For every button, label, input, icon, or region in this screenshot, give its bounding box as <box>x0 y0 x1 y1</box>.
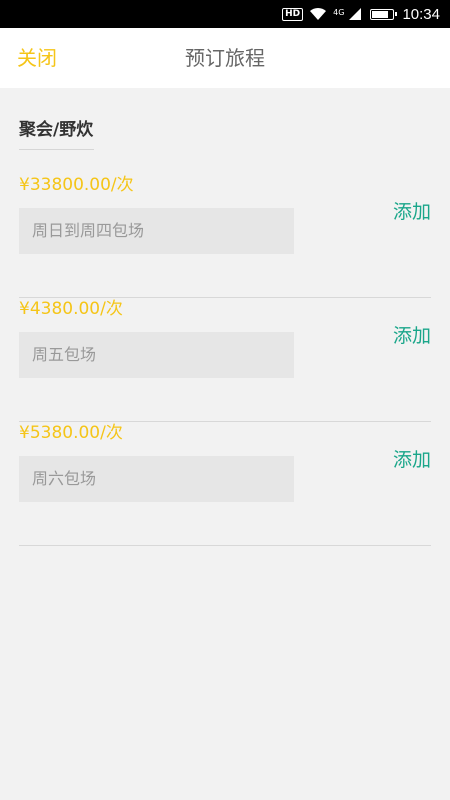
add-button[interactable]: 添加 <box>393 199 431 225</box>
signal-icon <box>348 6 362 22</box>
package-description: 周日到周四包场 <box>19 208 294 254</box>
package-item: ¥5380.00/次 周六包场 添加 <box>19 422 431 546</box>
status-bar: HD 4G 10:34 <box>0 0 450 28</box>
add-button[interactable]: 添加 <box>393 447 431 473</box>
status-time: 10:34 <box>402 5 440 23</box>
package-description: 周五包场 <box>19 332 294 378</box>
battery-icon <box>370 8 398 20</box>
hd-icon: HD <box>282 7 304 21</box>
package-description: 周六包场 <box>19 456 294 502</box>
wifi-icon <box>309 6 327 22</box>
section-title: 聚会/野炊 <box>19 120 94 140</box>
package-item: ¥33800.00/次 周日到周四包场 添加 <box>19 174 431 298</box>
network-type-icon: 4G <box>333 8 345 17</box>
page-title: 预订旅程 <box>185 46 265 70</box>
package-price: ¥4380.00/次 <box>19 299 123 319</box>
divider <box>19 545 431 546</box>
package-price: ¥5380.00/次 <box>19 423 123 443</box>
header-bar: 关闭 预订旅程 <box>0 28 450 88</box>
package-item: ¥4380.00/次 周五包场 添加 <box>19 298 431 422</box>
add-button[interactable]: 添加 <box>393 323 431 349</box>
section-underline <box>19 149 94 150</box>
package-price: ¥33800.00/次 <box>19 175 134 195</box>
